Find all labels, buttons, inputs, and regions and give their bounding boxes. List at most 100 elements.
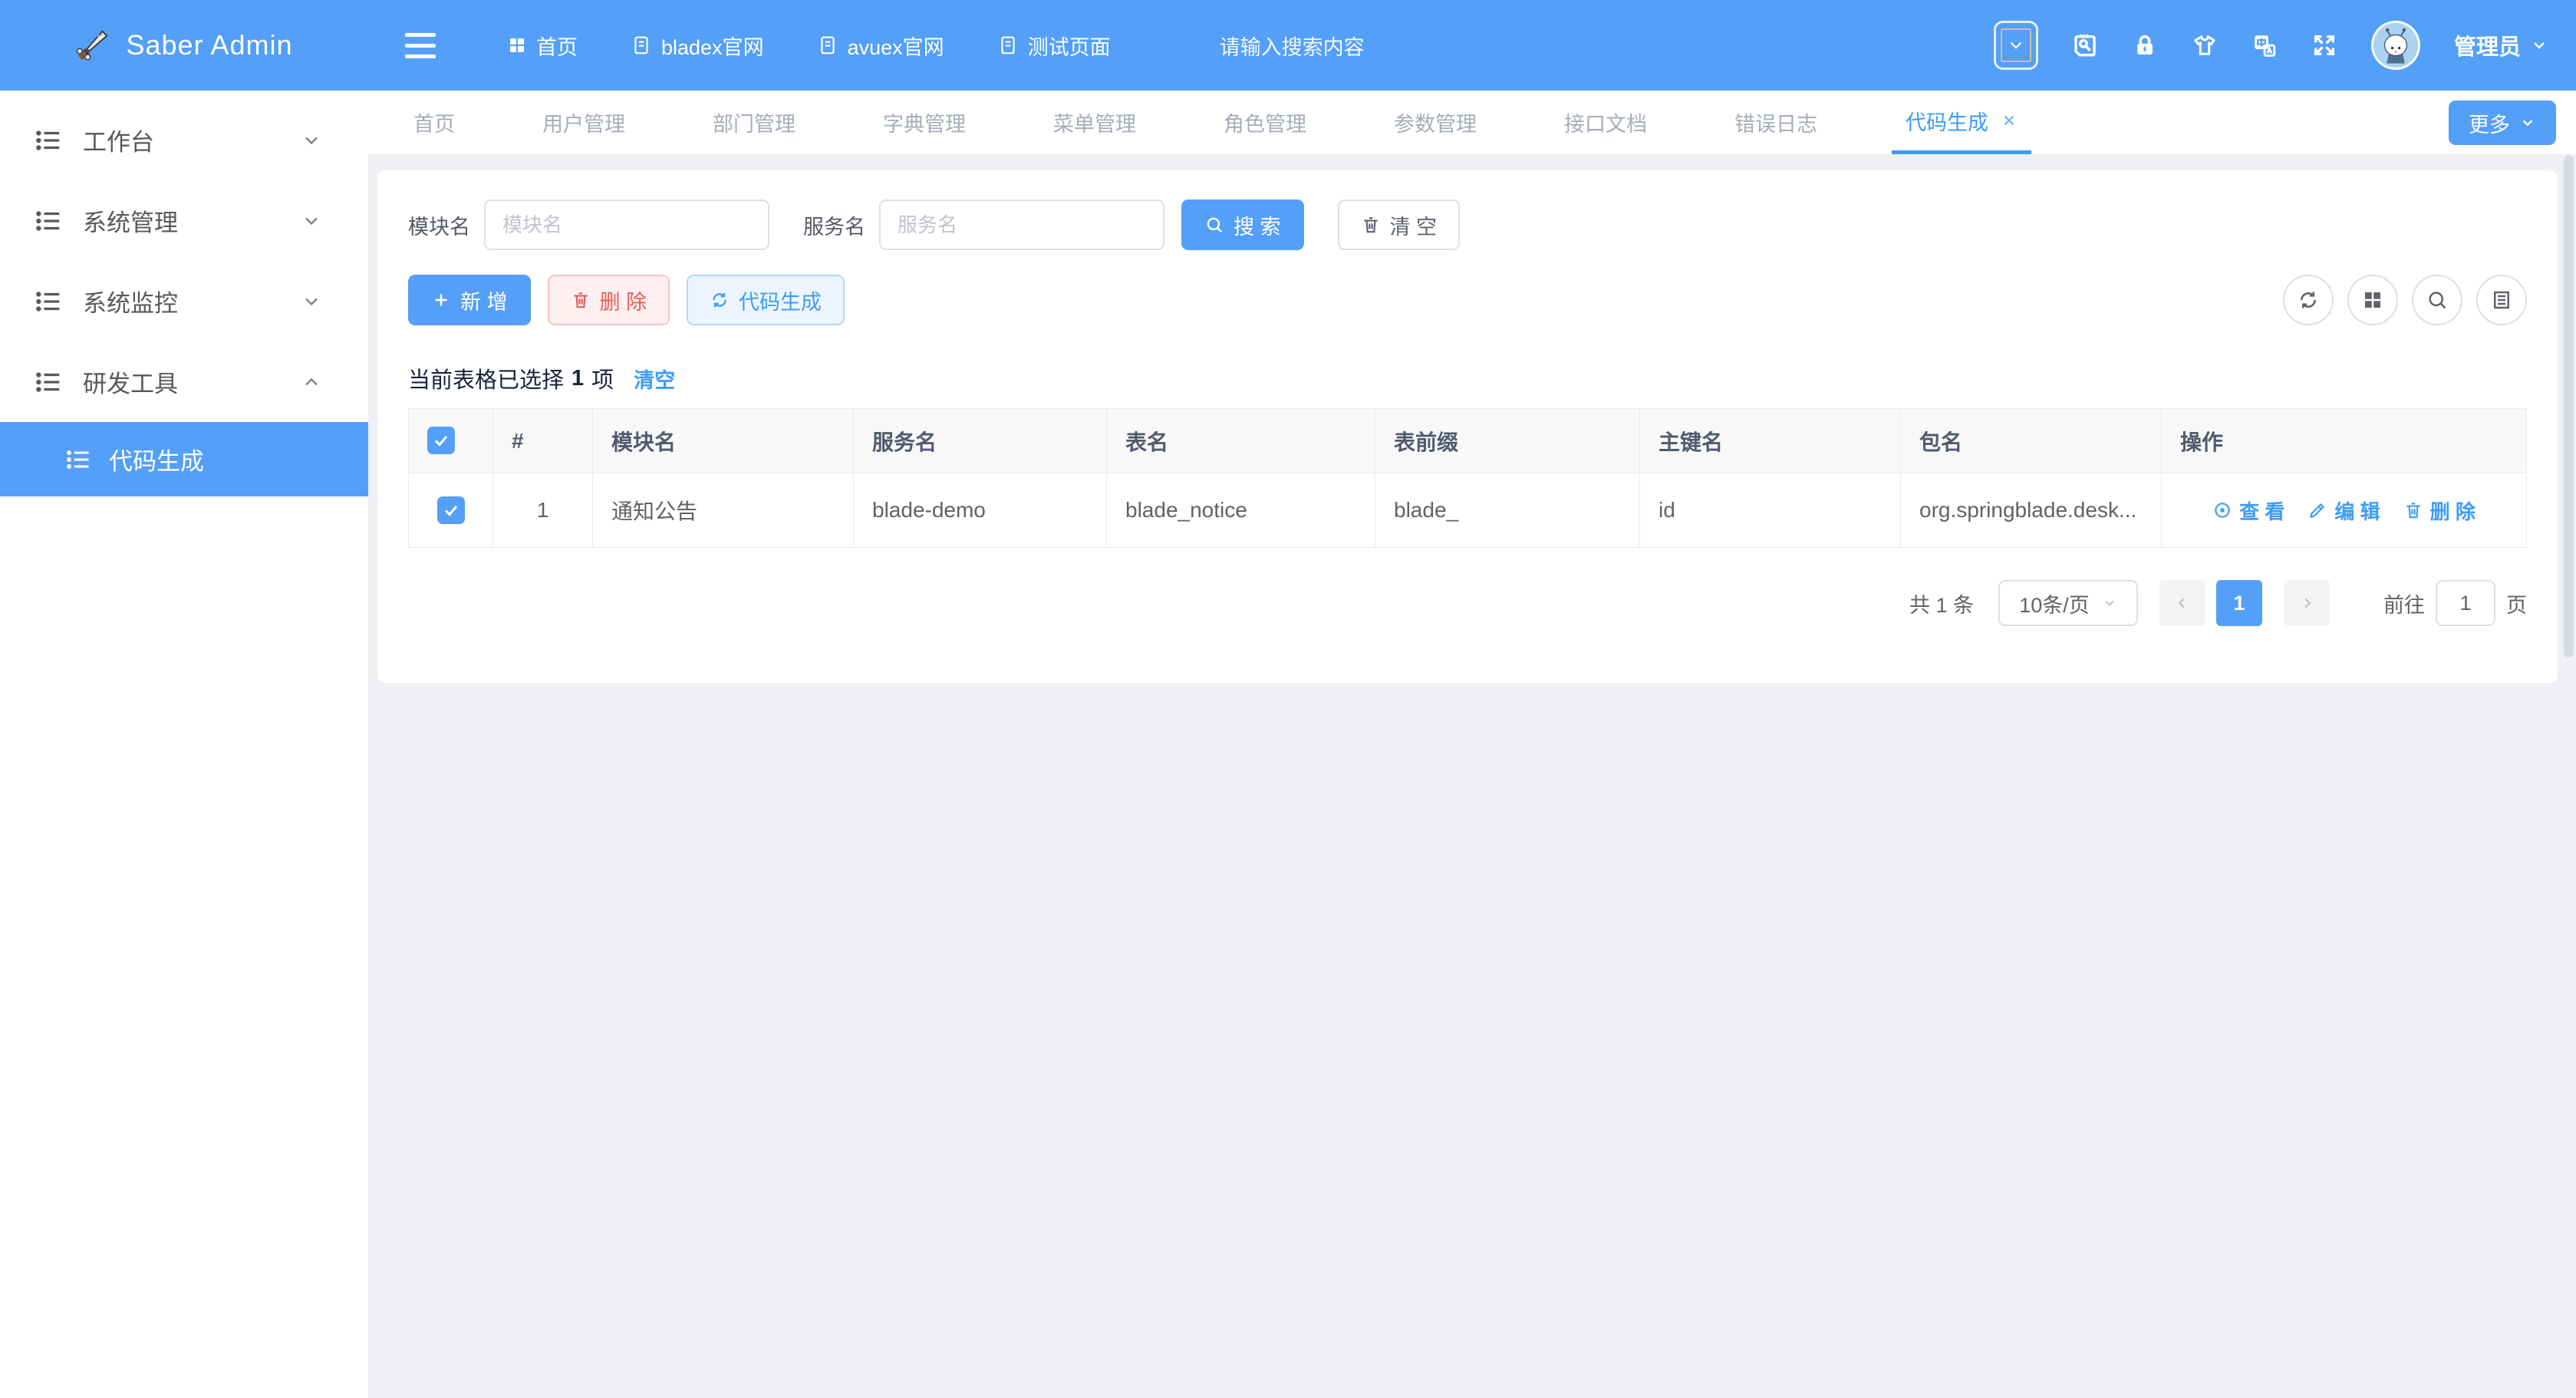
grid-icon bbox=[2361, 289, 2384, 312]
grid-view-button[interactable] bbox=[2347, 275, 2398, 325]
select-all-checkbox[interactable] bbox=[427, 427, 455, 454]
selection-clear-link[interactable]: 清空 bbox=[634, 364, 675, 394]
scrollbar[interactable] bbox=[2564, 155, 2574, 658]
selection-suffix: 项 bbox=[591, 362, 614, 394]
sidebar-item-code-generation-active[interactable]: 代码生成 bbox=[0, 422, 368, 496]
cell-service: blade-demo bbox=[854, 473, 1107, 548]
sidebar-item-system-monitor[interactable]: 系统监控 bbox=[0, 261, 368, 341]
page-unit-label: 页 bbox=[2506, 589, 2527, 618]
app-header: Saber Admin 首页 bladex官网 avuex官网 bbox=[0, 0, 2576, 91]
language-button[interactable] bbox=[2252, 32, 2278, 58]
column-header-module[interactable]: 模块名 bbox=[593, 409, 854, 473]
top-nav-bladex[interactable]: bladex官网 bbox=[614, 31, 781, 61]
tab-user-management[interactable]: 用户管理 bbox=[499, 91, 669, 154]
tab-menu-management[interactable]: 菜单管理 bbox=[1010, 91, 1180, 154]
table-row[interactable]: 1 通知公告 blade-demo blade_notice blade_ id… bbox=[409, 473, 2527, 548]
column-header-service[interactable]: 服务名 bbox=[854, 409, 1107, 473]
close-icon[interactable] bbox=[2001, 112, 2018, 129]
selection-prefix: 当前表格已选择 bbox=[408, 362, 564, 394]
refresh-icon bbox=[710, 290, 730, 310]
tab-api-docs[interactable]: 接口文档 bbox=[1520, 91, 1691, 154]
service-name-label: 服务名 bbox=[803, 210, 865, 240]
list-icon bbox=[34, 206, 63, 236]
data-table: # 模块名 服务名 表名 表前缀 主键名 包名 操作 bbox=[408, 408, 2527, 548]
sidebar-item-workbench[interactable]: 工作台 bbox=[0, 100, 368, 180]
column-settings-button[interactable] bbox=[2476, 275, 2527, 325]
clear-button[interactable]: 清 空 bbox=[1338, 199, 1461, 250]
top-nav-test-page[interactable]: 测试页面 bbox=[981, 31, 1128, 61]
selection-info: 当前表格已选择 1 项 清空 bbox=[408, 362, 2527, 394]
topbar-search-input[interactable]: 请输入搜索内容 bbox=[1220, 31, 1365, 61]
module-name-input[interactable] bbox=[484, 199, 769, 250]
view-link[interactable]: 查 看 bbox=[2212, 496, 2284, 525]
column-header-prefix[interactable]: 表前缀 bbox=[1375, 409, 1640, 473]
lock-screen-button[interactable] bbox=[2132, 32, 2158, 58]
column-search-button[interactable] bbox=[2412, 275, 2462, 325]
chevron-down-icon bbox=[301, 130, 322, 151]
tab-dept-management[interactable]: 部门管理 bbox=[669, 91, 839, 154]
refresh-icon bbox=[2297, 289, 2320, 312]
prev-page-button[interactable] bbox=[2159, 580, 2205, 626]
menu-collapse-button[interactable] bbox=[405, 33, 436, 58]
search-button[interactable]: 搜 索 bbox=[1181, 199, 1304, 250]
sidebar-item-dev-tools[interactable]: 研发工具 bbox=[0, 341, 368, 422]
collapse-panel-button[interactable] bbox=[1994, 21, 2038, 70]
page-size-select[interactable]: 10条/页 bbox=[1998, 580, 2138, 626]
topbar: 首页 bladex官网 avuex官网 测试页面 请输入搜索 bbox=[368, 0, 2576, 91]
delete-label: 删 除 bbox=[2430, 496, 2476, 525]
grid-icon bbox=[508, 36, 526, 54]
top-nav-home[interactable]: 首页 bbox=[491, 31, 595, 61]
tab-param-management[interactable]: 参数管理 bbox=[1350, 91, 1520, 154]
chevron-down-icon bbox=[301, 210, 322, 232]
debug-tool-button[interactable] bbox=[2072, 32, 2098, 58]
sword-logo-icon bbox=[75, 28, 110, 63]
codegen-button[interactable]: 代码生成 bbox=[687, 275, 845, 325]
tab-role-management[interactable]: 角色管理 bbox=[1180, 91, 1350, 154]
sidebar-item-label: 系统管理 bbox=[83, 203, 178, 238]
page-1-button[interactable]: 1 bbox=[2216, 580, 2262, 626]
tab-dict-management[interactable]: 字典管理 bbox=[839, 91, 1010, 154]
fullscreen-button[interactable] bbox=[2311, 32, 2337, 58]
column-header-index[interactable]: # bbox=[493, 409, 593, 473]
theme-button[interactable] bbox=[2192, 32, 2218, 58]
clear-label: 清 空 bbox=[1390, 210, 1438, 240]
column-header-table[interactable]: 表名 bbox=[1107, 409, 1375, 473]
view-icon bbox=[2212, 500, 2232, 520]
action-row: 新 增 删 除 代码生成 bbox=[408, 275, 2527, 325]
edit-link[interactable]: 编 辑 bbox=[2308, 496, 2380, 525]
delete-button[interactable]: 删 除 bbox=[548, 275, 670, 325]
user-menu[interactable]: 管理员 bbox=[2454, 29, 2548, 61]
column-header-package[interactable]: 包名 bbox=[1901, 409, 2162, 473]
search-icon bbox=[1204, 215, 1224, 235]
more-tabs-button[interactable]: 更多 bbox=[2449, 101, 2556, 145]
trash-icon bbox=[571, 290, 591, 310]
tab-error-log[interactable]: 错误日志 bbox=[1691, 91, 1861, 154]
more-label: 更多 bbox=[2469, 108, 2510, 138]
refresh-button[interactable] bbox=[2283, 275, 2334, 325]
content-area: 模块名 服务名 搜 索 清 空 新 增 bbox=[368, 155, 2576, 1398]
avatar[interactable] bbox=[2371, 21, 2420, 70]
next-page-button[interactable] bbox=[2284, 580, 2330, 626]
tab-code-generation-active[interactable]: 代码生成 bbox=[1861, 91, 2062, 154]
filter-row: 模块名 服务名 搜 索 清 空 bbox=[408, 199, 2527, 250]
plus-icon bbox=[431, 290, 451, 310]
chevron-down-icon bbox=[2001, 28, 2031, 62]
row-checkbox[interactable] bbox=[437, 496, 465, 524]
top-nav-avuex[interactable]: avuex官网 bbox=[801, 31, 961, 61]
sidebar-item-system-management[interactable]: 系统管理 bbox=[0, 180, 368, 261]
column-header-pk[interactable]: 主键名 bbox=[1640, 409, 1901, 473]
delete-link[interactable]: 删 除 bbox=[2403, 496, 2476, 525]
document-icon bbox=[818, 35, 838, 55]
check-icon bbox=[442, 501, 460, 519]
chevron-right-icon bbox=[2298, 595, 2315, 612]
list-icon bbox=[34, 287, 63, 316]
add-button[interactable]: 新 增 bbox=[408, 275, 531, 325]
goto-page-input[interactable] bbox=[2436, 580, 2495, 626]
service-name-input[interactable] bbox=[879, 199, 1164, 250]
delete-label: 删 除 bbox=[600, 285, 647, 315]
document-icon bbox=[998, 35, 1018, 55]
edit-label: 编 辑 bbox=[2334, 496, 2380, 525]
chevron-down-icon bbox=[2530, 36, 2548, 54]
sidebar-item-label: 代码生成 bbox=[109, 442, 204, 476]
tab-home[interactable]: 首页 bbox=[370, 91, 499, 154]
